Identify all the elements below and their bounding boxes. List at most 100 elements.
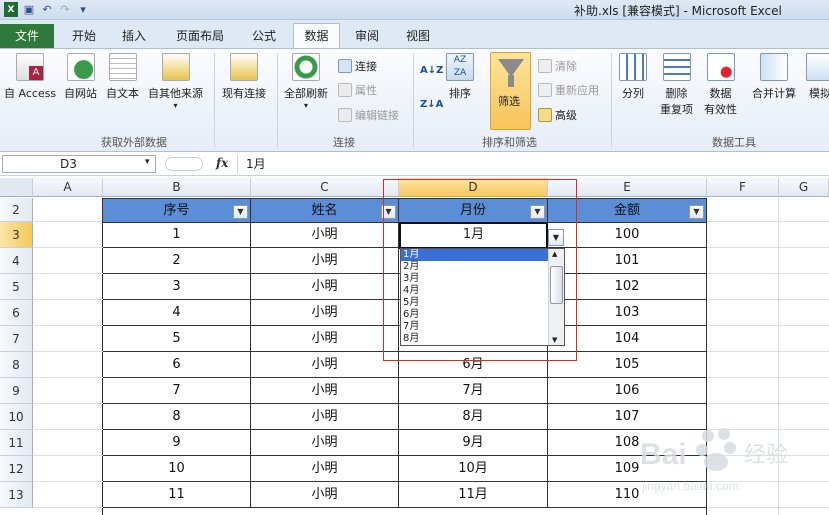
row-header-2[interactable]: 2 [0, 198, 33, 222]
row-header-9[interactable]: 9 [0, 378, 33, 404]
gridline [33, 273, 103, 274]
cell-name[interactable]: 小明 [251, 274, 399, 300]
row-header-12[interactable]: 12 [0, 456, 33, 482]
cell-month[interactable]: 10月 [399, 456, 548, 482]
cell-month[interactable]: 11月 [399, 482, 548, 508]
row-header-3[interactable]: 3 [0, 222, 33, 248]
tab-file[interactable]: 文件 [0, 24, 54, 48]
column-header-f[interactable]: F [707, 178, 779, 197]
formula-input[interactable]: 1月 [237, 155, 827, 173]
remove-duplicates-icon [662, 53, 691, 81]
undo-icon[interactable]: ↶ [40, 2, 54, 17]
cell-name[interactable]: 小明 [251, 326, 399, 352]
cell-amount[interactable]: 106 [548, 378, 707, 404]
cell-month[interactable]: 9月 [399, 430, 548, 456]
column-header-c[interactable]: C [251, 178, 399, 197]
highlight-annotation-box [383, 179, 577, 361]
name-box[interactable]: D3 [2, 155, 156, 173]
reapply-icon [538, 83, 552, 97]
cell-name[interactable]: 小明 [251, 482, 399, 508]
sort-button[interactable]: AZ ZA 排序 [446, 53, 474, 101]
consolidate-button[interactable]: 合并计算 [752, 53, 796, 101]
filter-dropdown-icon[interactable]: ▼ [689, 205, 704, 219]
cell-serial[interactable]: 5 [103, 326, 251, 352]
cell-serial[interactable]: 10 [103, 456, 251, 482]
tab-data[interactable]: 数据 [293, 23, 340, 49]
from-other-sources-button[interactable]: 自其他来源 ▾ [148, 53, 203, 110]
column-header-b[interactable]: B [103, 178, 251, 197]
insert-function-button[interactable]: fx [216, 156, 228, 170]
remove-duplicates-button[interactable]: 删除 重复项 [660, 53, 693, 117]
from-access-label: 自 Access [4, 87, 57, 100]
sort-ascending-button[interactable]: A↓Z [420, 65, 443, 76]
properties-icon [338, 83, 352, 97]
filter-label: 筛选 [498, 95, 520, 108]
select-all-corner[interactable] [0, 178, 33, 197]
reapply-button[interactable]: 重新应用 [538, 82, 599, 98]
cell-month[interactable]: 8月 [399, 404, 548, 430]
header-cell-serial[interactable]: 序号 ▼ [103, 198, 251, 223]
row-header-6[interactable]: 6 [0, 300, 33, 326]
existing-connections-button[interactable]: 现有连接 [222, 53, 266, 101]
properties-button[interactable]: 属性 [338, 82, 377, 98]
text-to-columns-button[interactable]: 分列 [619, 53, 647, 101]
filter-button[interactable]: 筛选 [490, 52, 531, 130]
tab-review[interactable]: 审阅 [355, 26, 379, 46]
cell-serial[interactable]: 11 [103, 482, 251, 508]
customize-toolbar-icon[interactable]: ▾ [76, 2, 90, 17]
data-validation-button[interactable]: 数据 有效性 [704, 53, 737, 117]
row-header-13[interactable]: 13 [0, 482, 33, 508]
what-if-icon [806, 53, 829, 81]
cell-serial[interactable]: 4 [103, 300, 251, 326]
filter-dropdown-icon[interactable]: ▼ [233, 205, 248, 219]
sort-za-icon: Z↓A [420, 99, 444, 110]
from-web-button[interactable]: 自网站 [64, 53, 97, 101]
tab-view[interactable]: 视图 [406, 26, 430, 46]
cell-serial[interactable]: 1 [103, 222, 251, 248]
connections-button[interactable]: 连接 [338, 58, 377, 74]
what-if-button[interactable]: 模拟 [806, 53, 829, 101]
cell-serial[interactable]: 9 [103, 430, 251, 456]
header-label: 序号 [163, 203, 190, 218]
name-box-dropdown-icon[interactable]: ▾ [145, 157, 150, 167]
save-icon[interactable]: ▣ [22, 2, 36, 17]
text-to-columns-icon [619, 53, 647, 81]
cell-month[interactable]: 7月 [399, 378, 548, 404]
column-header-a[interactable]: A [33, 178, 103, 197]
redo-icon[interactable]: ↷ [58, 2, 72, 17]
advanced-filter-button[interactable]: 高级 [538, 107, 577, 123]
cell-name[interactable]: 小明 [251, 456, 399, 482]
header-cell-name[interactable]: 姓名 ▼ [251, 198, 399, 223]
row-header-5[interactable]: 5 [0, 274, 33, 300]
cell-serial[interactable]: 3 [103, 274, 251, 300]
cell-name[interactable]: 小明 [251, 404, 399, 430]
cell-name[interactable]: 小明 [251, 222, 399, 248]
row-header-10[interactable]: 10 [0, 404, 33, 430]
cell-serial[interactable]: 6 [103, 352, 251, 378]
row-header-11[interactable]: 11 [0, 430, 33, 456]
edit-links-button[interactable]: 编辑链接 [338, 107, 399, 123]
cell-name[interactable]: 小明 [251, 378, 399, 404]
clear-filter-button[interactable]: 清除 [538, 58, 577, 74]
from-text-button[interactable]: 自文本 [106, 53, 139, 101]
row-header-4[interactable]: 4 [0, 248, 33, 274]
cell-name[interactable]: 小明 [251, 430, 399, 456]
cell-name[interactable]: 小明 [251, 300, 399, 326]
tab-formulas[interactable]: 公式 [252, 26, 276, 46]
advanced-label: 高级 [555, 109, 577, 122]
tab-page-layout[interactable]: 页面布局 [176, 26, 224, 46]
cell-serial[interactable]: 7 [103, 378, 251, 404]
cell-name[interactable]: 小明 [251, 352, 399, 378]
row-header-7[interactable]: 7 [0, 326, 33, 352]
chevron-down-icon: ▾ [303, 101, 308, 110]
refresh-all-button[interactable]: 全部刷新 ▾ [284, 53, 328, 110]
sort-descending-button[interactable]: Z↓A [420, 99, 443, 110]
cell-serial[interactable]: 8 [103, 404, 251, 430]
from-access-button[interactable]: A 自 Access [4, 53, 56, 101]
tab-home[interactable]: 开始 [72, 26, 96, 46]
cell-name[interactable]: 小明 [251, 248, 399, 274]
column-header-g[interactable]: G [779, 178, 829, 197]
row-header-8[interactable]: 8 [0, 352, 33, 378]
tab-insert[interactable]: 插入 [122, 26, 146, 46]
cell-serial[interactable]: 2 [103, 248, 251, 274]
